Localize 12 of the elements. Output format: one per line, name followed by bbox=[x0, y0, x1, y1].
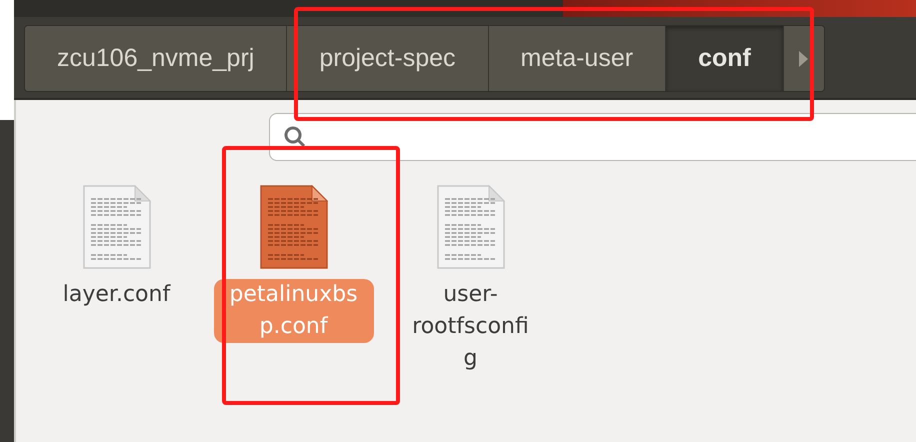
breadcrumb-button[interactable]: project-spec bbox=[287, 26, 489, 91]
document-icon bbox=[260, 185, 328, 269]
caret-right-icon bbox=[799, 50, 808, 66]
breadcrumb-button[interactable]: conf bbox=[666, 26, 784, 91]
file-name-label[interactable]: user-rootfsconfig bbox=[390, 279, 550, 375]
file-name-label[interactable]: layer.conf bbox=[36, 279, 196, 311]
breadcrumb-button[interactable]: meta-user bbox=[488, 26, 666, 91]
document-icon bbox=[82, 185, 150, 269]
search-field[interactable] bbox=[269, 113, 916, 161]
breadcrumb-button[interactable]: zcu106_nvme_prj bbox=[25, 26, 288, 91]
search-icon bbox=[284, 126, 306, 148]
document-icon bbox=[436, 185, 504, 269]
